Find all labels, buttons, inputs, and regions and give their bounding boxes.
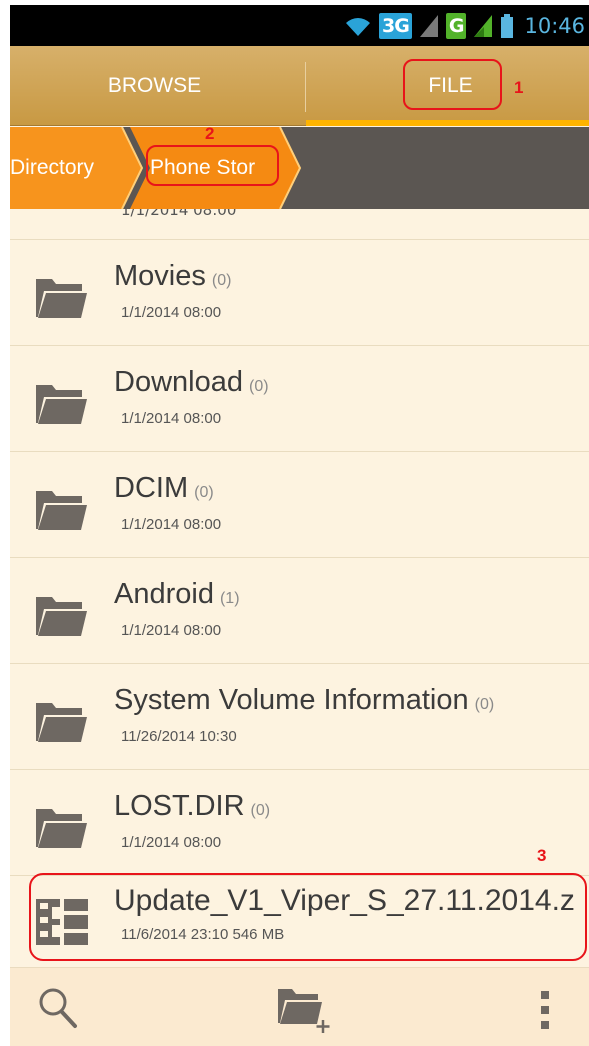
list-item-count: (0) <box>248 378 269 395</box>
folder-icon <box>36 491 87 530</box>
overflow-menu-icon[interactable] <box>540 990 550 1030</box>
battery-icon <box>501 13 514 38</box>
list-item-name: Android <box>114 578 214 610</box>
list-item-download[interactable]: Download (0) 1/1/2014 08:00 <box>10 346 589 452</box>
signal-icon-2 <box>474 14 493 37</box>
folder-icon <box>36 809 87 848</box>
list-item-name: DCIM <box>114 472 189 504</box>
list-item-dcim[interactable]: DCIM (0) 1/1/2014 08:00 <box>10 452 589 558</box>
file-list[interactable]: 1/1/2014 08:00 Movies (0) 1/1/2014 08:00 … <box>10 209 589 966</box>
network-3g-badge: 3G <box>379 12 412 39</box>
list-item-lost-dir[interactable]: LOST.DIR (0) 1/1/2014 08:00 <box>10 770 589 876</box>
folder-icon <box>36 279 87 318</box>
active-tab-indicator <box>306 120 589 126</box>
list-item-date: 1/1/2014 08:00 <box>121 834 222 851</box>
annotation-label-3: 3 <box>537 846 547 865</box>
annotation-label-1: 1 <box>514 78 524 97</box>
list-item-system-volume-information[interactable]: System Volume Information (0) 11/26/2014 … <box>10 664 589 770</box>
list-item-date: 1/1/2014 08:00 <box>121 304 222 321</box>
list-item-partial[interactable]: 1/1/2014 08:00 <box>10 209 589 240</box>
annotation-box-2 <box>146 145 279 186</box>
annotation-box-3 <box>29 873 587 961</box>
list-item-name: System Volume Information <box>114 684 469 716</box>
breadcrumb: Directory Phone Stor <box>10 127 589 209</box>
tab-bar: BROWSE FILE <box>10 46 589 126</box>
list-item-date: 11/26/2014 10:30 <box>121 728 237 745</box>
tab-browse[interactable]: BROWSE <box>10 46 299 126</box>
list-item-name: Download <box>114 366 243 398</box>
folder-icon <box>36 597 87 636</box>
list-item-name: Movies <box>114 260 206 292</box>
list-item-count: (0) <box>194 484 214 501</box>
list-item-count: (0) <box>250 802 271 819</box>
wifi-icon <box>346 17 371 36</box>
list-item-android[interactable]: Android (1) 1/1/2014 08:00 <box>10 558 589 664</box>
breadcrumb-shapes <box>10 127 302 209</box>
list-item-date: 1/1/2014 08:00 <box>121 209 237 219</box>
list-item-count: (1) <box>219 590 240 607</box>
annotation-box-1 <box>403 59 502 110</box>
list-item-date: 1/1/2014 08:00 <box>121 410 222 427</box>
signal-icon-1 <box>419 14 438 37</box>
annotation-label-2: 2 <box>205 124 215 143</box>
folder-icon <box>36 703 87 742</box>
search-icon[interactable] <box>37 986 79 1030</box>
clock: 10:46 <box>524 13 585 38</box>
folder-icon <box>36 385 87 424</box>
network-g-badge: G <box>445 12 467 39</box>
list-item-movies[interactable]: Movies (0) 1/1/2014 08:00 <box>10 240 589 346</box>
list-item-count: (0) <box>474 696 495 713</box>
list-item-count: (0) <box>211 272 232 289</box>
list-item-date: 1/1/2014 08:00 <box>121 622 222 639</box>
bottom-toolbar <box>10 967 589 1046</box>
list-item-date: 1/1/2014 08:00 <box>121 516 222 533</box>
list-item-name: LOST.DIR <box>114 790 245 822</box>
breadcrumb-item-directory[interactable]: Directory <box>10 127 94 209</box>
new-folder-icon[interactable] <box>276 986 332 1034</box>
status-bar: 3G G 10:46 <box>10 5 589 46</box>
